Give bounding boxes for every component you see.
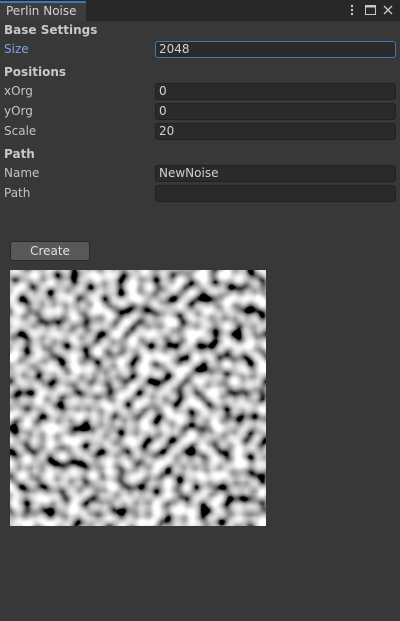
window-actions <box>346 2 394 18</box>
tab-title: Perlin Noise <box>6 4 77 18</box>
scale-field[interactable]: 20 <box>155 123 396 140</box>
tab-bar: Perlin Noise <box>0 0 400 21</box>
xorg-field[interactable]: 0 <box>155 83 396 100</box>
path-label: Path <box>4 186 31 200</box>
yorg-field[interactable]: 0 <box>155 103 396 120</box>
size-label: Size <box>4 42 29 56</box>
tab-perlin-noise[interactable]: Perlin Noise <box>0 1 86 21</box>
path-field[interactable] <box>155 185 396 202</box>
positions-header: Positions <box>4 65 67 79</box>
perlin-noise-window: Perlin Noise Base Settings Size 2048 Pos… <box>0 0 400 621</box>
yorg-label: yOrg <box>4 104 33 118</box>
xorg-label: xOrg <box>4 84 33 98</box>
noise-preview-image <box>10 270 266 526</box>
base-settings-header: Base Settings <box>4 23 98 37</box>
create-button[interactable]: Create <box>10 241 90 261</box>
close-icon[interactable] <box>382 3 394 17</box>
size-field[interactable]: 2048 <box>155 41 396 58</box>
maximize-icon[interactable] <box>364 3 376 17</box>
scale-label: Scale <box>4 124 37 138</box>
kebab-menu-icon[interactable] <box>346 3 358 17</box>
name-label: Name <box>4 166 40 180</box>
name-field[interactable]: NewNoise <box>155 165 396 182</box>
path-header: Path <box>4 147 35 161</box>
